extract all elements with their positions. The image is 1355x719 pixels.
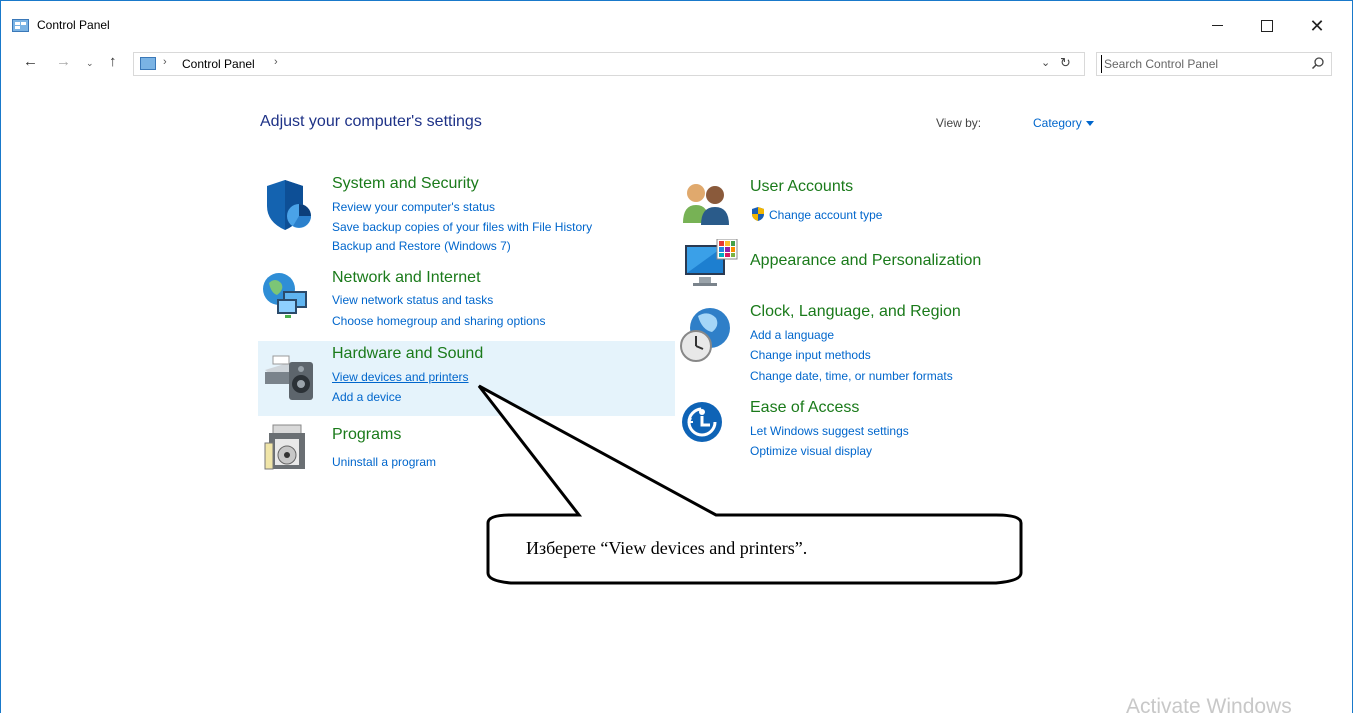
- view-by-value[interactable]: Category: [1033, 116, 1082, 130]
- close-button[interactable]: ✕: [1294, 11, 1340, 41]
- link-change-date-time-formats[interactable]: Change date, time, or number formats: [750, 369, 953, 383]
- uac-shield-icon: [752, 207, 764, 221]
- view-by-label: View by:: [936, 116, 982, 130]
- category-hardware-and-sound[interactable]: Hardware and Sound: [332, 345, 483, 363]
- category-clock-language-region[interactable]: Clock, Language, and Region: [750, 303, 961, 321]
- network-globe-icon[interactable]: [261, 269, 313, 321]
- appearance-monitor-icon[interactable]: [683, 239, 739, 293]
- title-bar: Control Panel ✕: [1, 1, 1352, 41]
- link-backup-and-restore[interactable]: Backup and Restore (Windows 7): [332, 239, 511, 253]
- minimize-button[interactable]: [1194, 11, 1240, 41]
- category-appearance-and-personalization[interactable]: Appearance and Personalization: [750, 252, 981, 270]
- callout-text: Изберете “View devices and printers”.: [526, 538, 808, 558]
- address-dropdown-icon[interactable]: ⌄: [1041, 56, 1050, 69]
- link-view-devices-and-printers[interactable]: View devices and printers: [332, 370, 469, 384]
- category-user-accounts[interactable]: User Accounts: [750, 178, 853, 196]
- search-icon[interactable]: [1311, 56, 1325, 70]
- control-panel-icon: [12, 19, 29, 32]
- ease-of-access-icon[interactable]: [681, 401, 723, 443]
- category-programs[interactable]: Programs: [332, 426, 401, 444]
- search-box[interactable]: [1096, 52, 1332, 76]
- minimize-icon: [1211, 25, 1223, 27]
- link-change-account-type[interactable]: Change account type: [769, 208, 882, 222]
- programs-icon[interactable]: [263, 421, 313, 473]
- link-let-windows-suggest-settings[interactable]: Let Windows suggest settings: [750, 424, 909, 438]
- dropdown-arrow-icon[interactable]: [1085, 121, 1094, 127]
- maximize-icon: [1261, 19, 1273, 32]
- breadcrumb-separator-icon[interactable]: ›: [163, 56, 167, 68]
- control-panel-icon: [140, 57, 156, 70]
- breadcrumb-control-panel[interactable]: Control Panel: [182, 57, 255, 71]
- clock-globe-icon[interactable]: [678, 306, 734, 364]
- forward-arrow-icon[interactable]: →: [56, 53, 71, 70]
- link-add-a-device[interactable]: Add a device: [332, 390, 401, 404]
- search-input[interactable]: [1101, 55, 1300, 73]
- up-arrow-icon[interactable]: ↑: [109, 53, 117, 70]
- navigation-bar: ← → ⌄ ↑ › Control Panel › ⌄ ↻: [1, 49, 1352, 79]
- category-network-and-internet[interactable]: Network and Internet: [332, 269, 481, 287]
- page-heading: Adjust your computer's settings: [260, 113, 482, 130]
- address-bar[interactable]: › Control Panel › ⌄ ↻: [133, 52, 1085, 76]
- back-arrow-icon[interactable]: ←: [23, 53, 38, 70]
- recent-locations-chevron-icon[interactable]: ⌄: [86, 58, 94, 69]
- link-change-input-methods[interactable]: Change input methods: [750, 348, 871, 362]
- view-by-dropdown[interactable]: Category: [1033, 116, 1094, 130]
- link-uninstall-program[interactable]: Uninstall a program: [332, 455, 436, 469]
- breadcrumb-separator-icon[interactable]: ›: [274, 56, 278, 68]
- window-title: Control Panel: [37, 18, 110, 32]
- link-add-a-language[interactable]: Add a language: [750, 328, 834, 342]
- link-optimize-visual-display[interactable]: Optimize visual display: [750, 444, 872, 458]
- activate-windows-watermark: Activate Windows: [1126, 695, 1292, 718]
- category-system-and-security[interactable]: System and Security: [332, 175, 479, 193]
- printer-speaker-icon[interactable]: [261, 348, 317, 404]
- link-view-network-status[interactable]: View network status and tasks: [332, 293, 493, 307]
- category-ease-of-access[interactable]: Ease of Access: [750, 399, 859, 417]
- link-homegroup-sharing[interactable]: Choose homegroup and sharing options: [332, 314, 545, 328]
- link-file-history-backup[interactable]: Save backup copies of your files with Fi…: [332, 220, 592, 234]
- link-review-computer-status[interactable]: Review your computer's status: [332, 200, 495, 214]
- maximize-button[interactable]: [1244, 11, 1290, 41]
- users-icon[interactable]: [681, 179, 733, 227]
- shield-icon[interactable]: [263, 178, 317, 234]
- refresh-icon[interactable]: ↻: [1060, 55, 1071, 71]
- control-panel-window: Control Panel ✕ ← → ⌄ ↑ › Control Panel …: [0, 0, 1353, 718]
